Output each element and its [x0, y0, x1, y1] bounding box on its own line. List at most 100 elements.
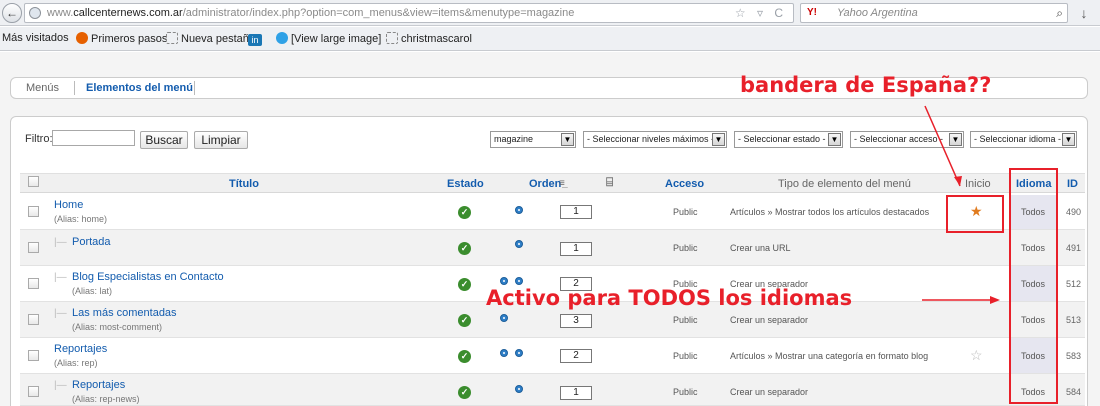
tree-indent: |—	[54, 380, 67, 391]
table-row	[20, 230, 1085, 266]
item-type: Artículos » Mostrar todos los artículos …	[730, 207, 930, 217]
item-id: 584	[1066, 387, 1082, 397]
item-alias: (Alias: most-comment)	[72, 322, 163, 332]
address-bar[interactable]: www.callcenternews.com.ar/administrator/…	[24, 3, 794, 23]
header-id[interactable]: ID	[1067, 178, 1078, 190]
chevron-down-icon: ▼	[712, 133, 725, 146]
bookmarks-toolbar: Más visitados Primeros pasos Nueva pesta…	[0, 27, 1100, 51]
item-type: Artículos » Mostrar una categoría en for…	[730, 351, 929, 361]
firefox-icon	[76, 32, 88, 44]
row-checkbox[interactable]	[28, 386, 39, 397]
published-check-icon[interactable]: ✓	[458, 386, 471, 399]
set-default-star-icon[interactable]: ☆	[970, 348, 983, 362]
item-alias: (Alias: rep)	[54, 358, 98, 368]
browser-toolbar: ← www.callcenternews.com.ar/administrato…	[0, 0, 1100, 26]
order-input[interactable]: 1	[560, 205, 592, 219]
language-select[interactable]: - Seleccionar idioma - ▼	[970, 131, 1077, 148]
bookmark-view-large-image[interactable]: [View large image]	[276, 32, 381, 45]
bookmark-most-visited[interactable]: Más visitados	[2, 32, 69, 44]
header-status[interactable]: Estado	[447, 178, 484, 190]
state-select[interactable]: - Seleccionar estado - ▼	[734, 131, 843, 148]
move-down-icon[interactable]	[515, 277, 523, 285]
row-checkbox[interactable]	[28, 278, 39, 289]
search-box[interactable]: Y! Yahoo Argentina ⌕	[800, 3, 1068, 23]
published-check-icon[interactable]: ✓	[458, 350, 471, 363]
tab-menus[interactable]: Menús	[26, 82, 59, 94]
item-title-link[interactable]: Blog Especialistas en Contacto	[72, 271, 224, 283]
max-levels-select[interactable]: - Seleccionar niveles máximos - ▼	[583, 131, 727, 148]
item-id: 490	[1066, 207, 1082, 217]
select-all-checkbox[interactable]	[28, 176, 39, 187]
tree-indent: |—	[54, 237, 67, 248]
move-down-icon[interactable]	[515, 385, 523, 393]
back-button[interactable]: ←	[2, 3, 22, 23]
row-checkbox[interactable]	[28, 242, 39, 253]
home-star-highlight-box	[946, 195, 1004, 233]
clear-button[interactable]: Limpiar	[194, 131, 248, 149]
tree-indent: |—	[54, 272, 67, 283]
published-check-icon[interactable]: ✓	[458, 242, 471, 255]
download-icon[interactable]: ↓	[1074, 3, 1094, 23]
tree-indent: |—	[54, 308, 67, 319]
tab-menu-items[interactable]: Elementos del menú	[86, 82, 193, 94]
move-down-icon[interactable]	[515, 349, 523, 357]
row-checkbox[interactable]	[28, 350, 39, 361]
move-down-icon[interactable]	[515, 240, 523, 248]
access-select[interactable]: - Seleccionar acceso - ▼	[850, 131, 964, 148]
header-home: Inicio	[965, 178, 991, 190]
search-button[interactable]: Buscar	[140, 131, 188, 149]
order-input[interactable]: 3	[560, 314, 592, 328]
item-type: Crear un separador	[730, 387, 809, 397]
item-title-link[interactable]: Home	[54, 199, 83, 211]
table-row	[20, 374, 1085, 406]
row-checkbox[interactable]	[28, 206, 39, 217]
chevron-down-icon: ▼	[828, 133, 841, 146]
move-up-icon[interactable]	[500, 277, 508, 285]
bookmark-new-tab[interactable]: Nueva pestaña	[166, 32, 255, 45]
move-up-icon[interactable]	[500, 314, 508, 322]
access-value: Public	[673, 351, 698, 361]
item-alias: (Alias: home)	[54, 214, 108, 224]
header-order[interactable]: Orden	[529, 178, 561, 190]
order-input[interactable]: 2	[560, 349, 592, 363]
move-up-icon[interactable]	[500, 349, 508, 357]
item-id: 491	[1066, 243, 1082, 253]
save-order-icon[interactable]: ⌸	[606, 175, 613, 190]
item-alias: (Alias: rep-news)	[72, 394, 140, 404]
menutype-select[interactable]: magazine ▼	[490, 131, 576, 148]
search-placeholder: Yahoo Argentina	[837, 7, 918, 19]
move-down-icon[interactable]	[515, 206, 523, 214]
tab-divider	[74, 81, 75, 95]
item-title-link[interactable]: Portada	[72, 236, 111, 248]
chevron-down-icon: ▼	[1062, 133, 1075, 146]
header-access[interactable]: Acceso	[665, 178, 704, 190]
item-title-link[interactable]: Las más comentadas	[72, 307, 177, 319]
twitter-icon	[276, 32, 288, 44]
item-id: 583	[1066, 351, 1082, 361]
order-input[interactable]: 1	[560, 386, 592, 400]
order-input[interactable]: 1	[560, 242, 592, 256]
sort-icon[interactable]: ≡̲	[559, 178, 565, 189]
published-check-icon[interactable]: ✓	[458, 314, 471, 327]
header-title[interactable]: Título	[229, 178, 259, 190]
url-text: www.callcenternews.com.ar/administrator/…	[47, 7, 575, 19]
linkedin-icon: in	[248, 34, 262, 46]
annotation-all-languages: Activo para TODOS los idiomas	[486, 286, 853, 310]
header-type: Tipo de elemento del menú	[778, 178, 911, 190]
item-title-link[interactable]: Reportajes	[54, 343, 107, 355]
bookmark-getting-started[interactable]: Primeros pasos	[76, 32, 167, 45]
access-value: Public	[673, 207, 698, 217]
bookmark-christmascarol[interactable]: christmascarol	[386, 32, 472, 45]
page-icon	[386, 32, 398, 44]
published-check-icon[interactable]: ✓	[458, 206, 471, 219]
row-checkbox[interactable]	[28, 314, 39, 325]
published-check-icon[interactable]: ✓	[458, 278, 471, 291]
access-value: Public	[673, 315, 698, 325]
item-title-link[interactable]: Reportajes	[72, 379, 125, 391]
yahoo-icon[interactable]: Y!	[807, 7, 817, 18]
filter-input[interactable]	[52, 130, 135, 146]
bookmark-linkedin[interactable]: in	[248, 32, 265, 46]
bookmark-star-icon[interactable]: ☆ ▿ C	[735, 6, 787, 20]
search-icon[interactable]: ⌕	[1056, 6, 1063, 21]
item-type: Crear un separador	[730, 315, 809, 325]
